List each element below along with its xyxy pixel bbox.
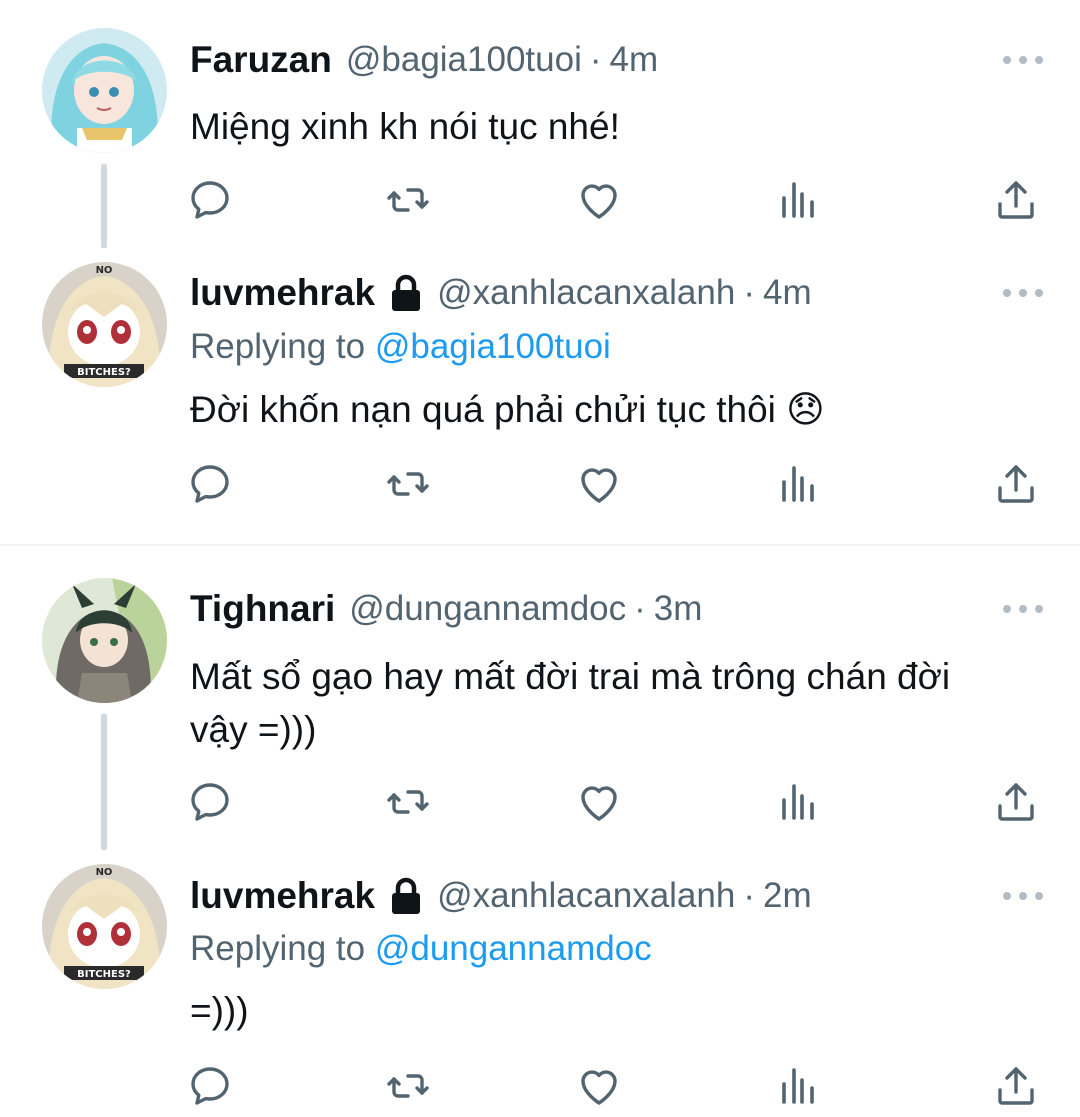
avatar[interactable]	[42, 578, 167, 703]
analytics-icon[interactable]	[774, 176, 822, 224]
separator-dot: ·	[743, 876, 755, 915]
analytics-icon[interactable]	[774, 460, 822, 508]
avatar[interactable]: BITCHES? NO	[42, 262, 167, 387]
display-name[interactable]: Faruzan	[190, 39, 332, 81]
reply-icon[interactable]	[186, 1062, 234, 1110]
lock-icon	[389, 877, 423, 915]
svg-text:NO: NO	[96, 265, 113, 276]
timestamp[interactable]: 4m	[610, 40, 659, 80]
retweet-icon[interactable]	[384, 176, 432, 224]
reply-icon[interactable]	[186, 778, 234, 826]
user-handle[interactable]: @xanhlacanxalanh	[437, 876, 735, 916]
tweet-header: luvmehrak @xanhlacanxalanh · 4m	[190, 268, 812, 318]
avatar[interactable]: BITCHES? NO	[42, 864, 167, 989]
tweet-text: Mất sổ gạo hay mất đời trai mà trông chá…	[190, 656, 951, 750]
tweet-actions	[0, 460, 1080, 510]
retweet-icon[interactable]	[384, 1062, 432, 1110]
share-icon[interactable]	[992, 176, 1040, 224]
separator-dot: ·	[634, 589, 646, 628]
display-name[interactable]: luvmehrak	[190, 272, 375, 314]
retweet-icon[interactable]	[384, 460, 432, 508]
mention-link[interactable]: @bagia100tuoi	[375, 327, 611, 366]
tweet-actions	[0, 1062, 1080, 1112]
timestamp[interactable]: 4m	[763, 273, 812, 313]
reply-icon[interactable]	[186, 176, 234, 224]
like-icon[interactable]	[575, 1062, 623, 1110]
avatar[interactable]	[42, 28, 167, 153]
more-options-icon[interactable]	[1003, 283, 1043, 303]
thread-divider	[0, 544, 1080, 546]
tweet-text: Miệng xinh kh nói tục nhé!	[190, 106, 620, 147]
retweet-icon[interactable]	[384, 778, 432, 826]
separator-dot: ·	[743, 273, 755, 312]
tweet-header: luvmehrak @xanhlacanxalanh · 2m	[190, 871, 812, 921]
like-icon[interactable]	[575, 460, 623, 508]
display-name[interactable]: Tighnari	[190, 588, 335, 630]
user-handle[interactable]: @bagia100tuoi	[346, 40, 582, 80]
lock-icon	[389, 274, 423, 312]
separator-dot: ·	[589, 40, 602, 79]
like-icon[interactable]	[575, 778, 623, 826]
more-options-icon[interactable]	[1003, 886, 1043, 906]
svg-text:BITCHES?: BITCHES?	[77, 367, 131, 378]
user-handle[interactable]: @xanhlacanxalanh	[437, 273, 735, 313]
analytics-icon[interactable]	[774, 778, 822, 826]
share-icon[interactable]	[992, 778, 1040, 826]
reply-icon[interactable]	[186, 460, 234, 508]
tweet-actions	[0, 778, 1080, 828]
more-options-icon[interactable]	[1003, 50, 1043, 70]
timestamp[interactable]: 3m	[654, 589, 703, 629]
mention-link[interactable]: @dungannamdoc	[375, 929, 652, 968]
tweet-text: Đời khốn nạn quá phải chửi tục thôi 😞	[190, 389, 825, 430]
svg-text:BITCHES?: BITCHES?	[77, 969, 131, 980]
replying-label: Replying to	[190, 929, 375, 968]
display-name[interactable]: luvmehrak	[190, 875, 375, 917]
more-options-icon[interactable]	[1003, 599, 1043, 619]
tweet-actions	[0, 176, 1080, 226]
svg-text:NO: NO	[96, 867, 113, 878]
share-icon[interactable]	[992, 1062, 1040, 1110]
share-icon[interactable]	[992, 460, 1040, 508]
tweet-header: Faruzan @bagia100tuoi · 4m	[190, 35, 658, 85]
timestamp[interactable]: 2m	[763, 876, 812, 916]
tweet-header: Tighnari @dungannamdoc · 3m	[190, 584, 702, 634]
tweet-text: =)))	[190, 990, 249, 1031]
like-icon[interactable]	[575, 176, 623, 224]
replying-to: Replying to @dungannamdoc	[190, 929, 652, 969]
replying-to: Replying to @bagia100tuoi	[190, 327, 611, 367]
user-handle[interactable]: @dungannamdoc	[349, 589, 626, 629]
replying-label: Replying to	[190, 327, 375, 366]
analytics-icon[interactable]	[774, 1062, 822, 1110]
